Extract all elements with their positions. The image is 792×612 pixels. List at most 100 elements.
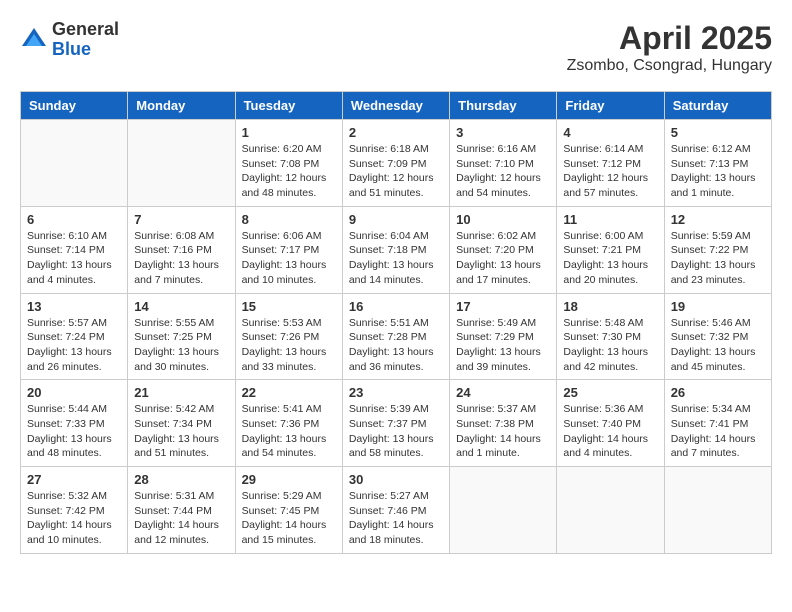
day-number: 1 xyxy=(242,125,336,140)
calendar-cell: 1 Sunrise: 6:20 AM Sunset: 7:08 PM Daylig… xyxy=(235,120,342,207)
calendar-week-5: 27Sunrise: 5:32 AM Sunset: 7:42 PM Dayli… xyxy=(21,467,772,554)
calendar-week-4: 20 Sunrise: 5:44 AM Sunset: 7:33 PM Dayli… xyxy=(21,380,772,467)
day-number: 8 xyxy=(242,212,336,227)
calendar-cell: 5Sunrise: 6:12 AM Sunset: 7:13 PM Daylig… xyxy=(664,120,771,207)
calendar-cell: 30 Sunrise: 5:27 AM Sunset: 7:46 PM Dayli… xyxy=(342,467,449,554)
day-number: 15 xyxy=(242,299,336,314)
day-number: 17 xyxy=(456,299,550,314)
day-number: 24 xyxy=(456,385,550,400)
title-block: April 2025 Zsombo, Csongrad, Hungary xyxy=(567,20,772,75)
day-info: Sunrise: 5:29 AM Sunset: 7:45 PM Dayligh… xyxy=(242,489,336,548)
day-number: 18 xyxy=(563,299,657,314)
calendar-cell: 25Sunrise: 5:36 AM Sunset: 7:40 PM Dayli… xyxy=(557,380,664,467)
day-number: 28 xyxy=(134,472,228,487)
logo-general: General xyxy=(52,20,119,40)
calendar-cell: 10 Sunrise: 6:02 AM Sunset: 7:20 PM Dayli… xyxy=(450,206,557,293)
calendar-cell: 11 Sunrise: 6:00 AM Sunset: 7:21 PM Dayli… xyxy=(557,206,664,293)
weekday-header-monday: Monday xyxy=(128,92,235,120)
day-number: 12 xyxy=(671,212,765,227)
day-info: Sunrise: 5:48 AM Sunset: 7:30 PM Dayligh… xyxy=(563,316,657,375)
calendar-cell: 7Sunrise: 6:08 AM Sunset: 7:16 PM Daylig… xyxy=(128,206,235,293)
day-info: Sunrise: 5:59 AM Sunset: 7:22 PM Dayligh… xyxy=(671,229,765,288)
calendar-cell: 21 Sunrise: 5:42 AM Sunset: 7:34 PM Dayli… xyxy=(128,380,235,467)
day-number: 6 xyxy=(27,212,121,227)
day-info: Sunrise: 5:51 AM Sunset: 7:28 PM Dayligh… xyxy=(349,316,443,375)
day-info: Sunrise: 5:41 AM Sunset: 7:36 PM Dayligh… xyxy=(242,402,336,461)
calendar-cell: 19 Sunrise: 5:46 AM Sunset: 7:32 PM Dayli… xyxy=(664,293,771,380)
location-subtitle: Zsombo, Csongrad, Hungary xyxy=(567,57,772,75)
day-number: 16 xyxy=(349,299,443,314)
day-number: 22 xyxy=(242,385,336,400)
weekday-header-tuesday: Tuesday xyxy=(235,92,342,120)
calendar-cell: 4Sunrise: 6:14 AM Sunset: 7:12 PM Daylig… xyxy=(557,120,664,207)
calendar-table: SundayMondayTuesdayWednesdayThursdayFrid… xyxy=(20,91,772,554)
calendar-cell: 22 Sunrise: 5:41 AM Sunset: 7:36 PM Dayli… xyxy=(235,380,342,467)
day-info: Sunrise: 6:04 AM Sunset: 7:18 PM Dayligh… xyxy=(349,229,443,288)
day-info: Sunrise: 5:39 AM Sunset: 7:37 PM Dayligh… xyxy=(349,402,443,461)
day-info: Sunrise: 6:18 AM Sunset: 7:09 PM Dayligh… xyxy=(349,142,443,201)
day-info: Sunrise: 5:49 AM Sunset: 7:29 PM Dayligh… xyxy=(456,316,550,375)
weekday-header-thursday: Thursday xyxy=(450,92,557,120)
day-number: 5 xyxy=(671,125,765,140)
day-number: 19 xyxy=(671,299,765,314)
day-number: 10 xyxy=(456,212,550,227)
calendar-cell: 15Sunrise: 5:53 AM Sunset: 7:26 PM Dayli… xyxy=(235,293,342,380)
calendar-cell xyxy=(21,120,128,207)
day-info: Sunrise: 5:42 AM Sunset: 7:34 PM Dayligh… xyxy=(134,402,228,461)
day-number: 29 xyxy=(242,472,336,487)
calendar-cell: 14Sunrise: 5:55 AM Sunset: 7:25 PM Dayli… xyxy=(128,293,235,380)
day-number: 3 xyxy=(456,125,550,140)
day-number: 11 xyxy=(563,212,657,227)
calendar-cell: 6Sunrise: 6:10 AM Sunset: 7:14 PM Daylig… xyxy=(21,206,128,293)
calendar-cell: 12 Sunrise: 5:59 AM Sunset: 7:22 PM Dayli… xyxy=(664,206,771,293)
calendar-week-3: 13 Sunrise: 5:57 AM Sunset: 7:24 PM Dayli… xyxy=(21,293,772,380)
logo-blue: Blue xyxy=(52,40,119,60)
day-number: 21 xyxy=(134,385,228,400)
logo: General Blue xyxy=(20,20,119,60)
day-info: Sunrise: 5:37 AM Sunset: 7:38 PM Dayligh… xyxy=(456,402,550,461)
day-info: Sunrise: 6:00 AM Sunset: 7:21 PM Dayligh… xyxy=(563,229,657,288)
logo-text: General Blue xyxy=(52,20,119,60)
day-number: 26 xyxy=(671,385,765,400)
day-number: 9 xyxy=(349,212,443,227)
day-number: 30 xyxy=(349,472,443,487)
calendar-week-2: 6Sunrise: 6:10 AM Sunset: 7:14 PM Daylig… xyxy=(21,206,772,293)
day-number: 7 xyxy=(134,212,228,227)
day-info: Sunrise: 5:34 AM Sunset: 7:41 PM Dayligh… xyxy=(671,402,765,461)
calendar-cell xyxy=(450,467,557,554)
day-number: 4 xyxy=(563,125,657,140)
day-info: Sunrise: 5:46 AM Sunset: 7:32 PM Dayligh… xyxy=(671,316,765,375)
calendar-cell: 3 Sunrise: 6:16 AM Sunset: 7:10 PM Daylig… xyxy=(450,120,557,207)
day-number: 14 xyxy=(134,299,228,314)
day-info: Sunrise: 5:44 AM Sunset: 7:33 PM Dayligh… xyxy=(27,402,121,461)
calendar-cell xyxy=(664,467,771,554)
calendar-cell xyxy=(128,120,235,207)
weekday-header-wednesday: Wednesday xyxy=(342,92,449,120)
day-info: Sunrise: 6:16 AM Sunset: 7:10 PM Dayligh… xyxy=(456,142,550,201)
calendar-week-1: 1 Sunrise: 6:20 AM Sunset: 7:08 PM Daylig… xyxy=(21,120,772,207)
day-number: 2 xyxy=(349,125,443,140)
day-info: Sunrise: 5:36 AM Sunset: 7:40 PM Dayligh… xyxy=(563,402,657,461)
day-info: Sunrise: 6:02 AM Sunset: 7:20 PM Dayligh… xyxy=(456,229,550,288)
day-number: 20 xyxy=(27,385,121,400)
day-info: Sunrise: 6:20 AM Sunset: 7:08 PM Dayligh… xyxy=(242,142,336,201)
calendar-cell: 2 Sunrise: 6:18 AM Sunset: 7:09 PM Daylig… xyxy=(342,120,449,207)
day-info: Sunrise: 5:32 AM Sunset: 7:42 PM Dayligh… xyxy=(27,489,121,548)
calendar-cell: 13 Sunrise: 5:57 AM Sunset: 7:24 PM Dayli… xyxy=(21,293,128,380)
day-info: Sunrise: 5:27 AM Sunset: 7:46 PM Dayligh… xyxy=(349,489,443,548)
calendar-cell: 17 Sunrise: 5:49 AM Sunset: 7:29 PM Dayli… xyxy=(450,293,557,380)
day-number: 23 xyxy=(349,385,443,400)
calendar-cell: 29 Sunrise: 5:29 AM Sunset: 7:45 PM Dayli… xyxy=(235,467,342,554)
day-number: 13 xyxy=(27,299,121,314)
calendar-cell: 9 Sunrise: 6:04 AM Sunset: 7:18 PM Daylig… xyxy=(342,206,449,293)
day-info: Sunrise: 5:57 AM Sunset: 7:24 PM Dayligh… xyxy=(27,316,121,375)
calendar-cell: 26 Sunrise: 5:34 AM Sunset: 7:41 PM Dayli… xyxy=(664,380,771,467)
calendar-cell xyxy=(557,467,664,554)
calendar-cell: 8 Sunrise: 6:06 AM Sunset: 7:17 PM Daylig… xyxy=(235,206,342,293)
calendar-cell: 23 Sunrise: 5:39 AM Sunset: 7:37 PM Dayli… xyxy=(342,380,449,467)
calendar-cell: 20 Sunrise: 5:44 AM Sunset: 7:33 PM Dayli… xyxy=(21,380,128,467)
day-info: Sunrise: 6:06 AM Sunset: 7:17 PM Dayligh… xyxy=(242,229,336,288)
day-info: Sunrise: 5:31 AM Sunset: 7:44 PM Dayligh… xyxy=(134,489,228,548)
weekday-header-saturday: Saturday xyxy=(664,92,771,120)
page-header: General Blue April 2025 Zsombo, Csongrad… xyxy=(20,20,772,75)
